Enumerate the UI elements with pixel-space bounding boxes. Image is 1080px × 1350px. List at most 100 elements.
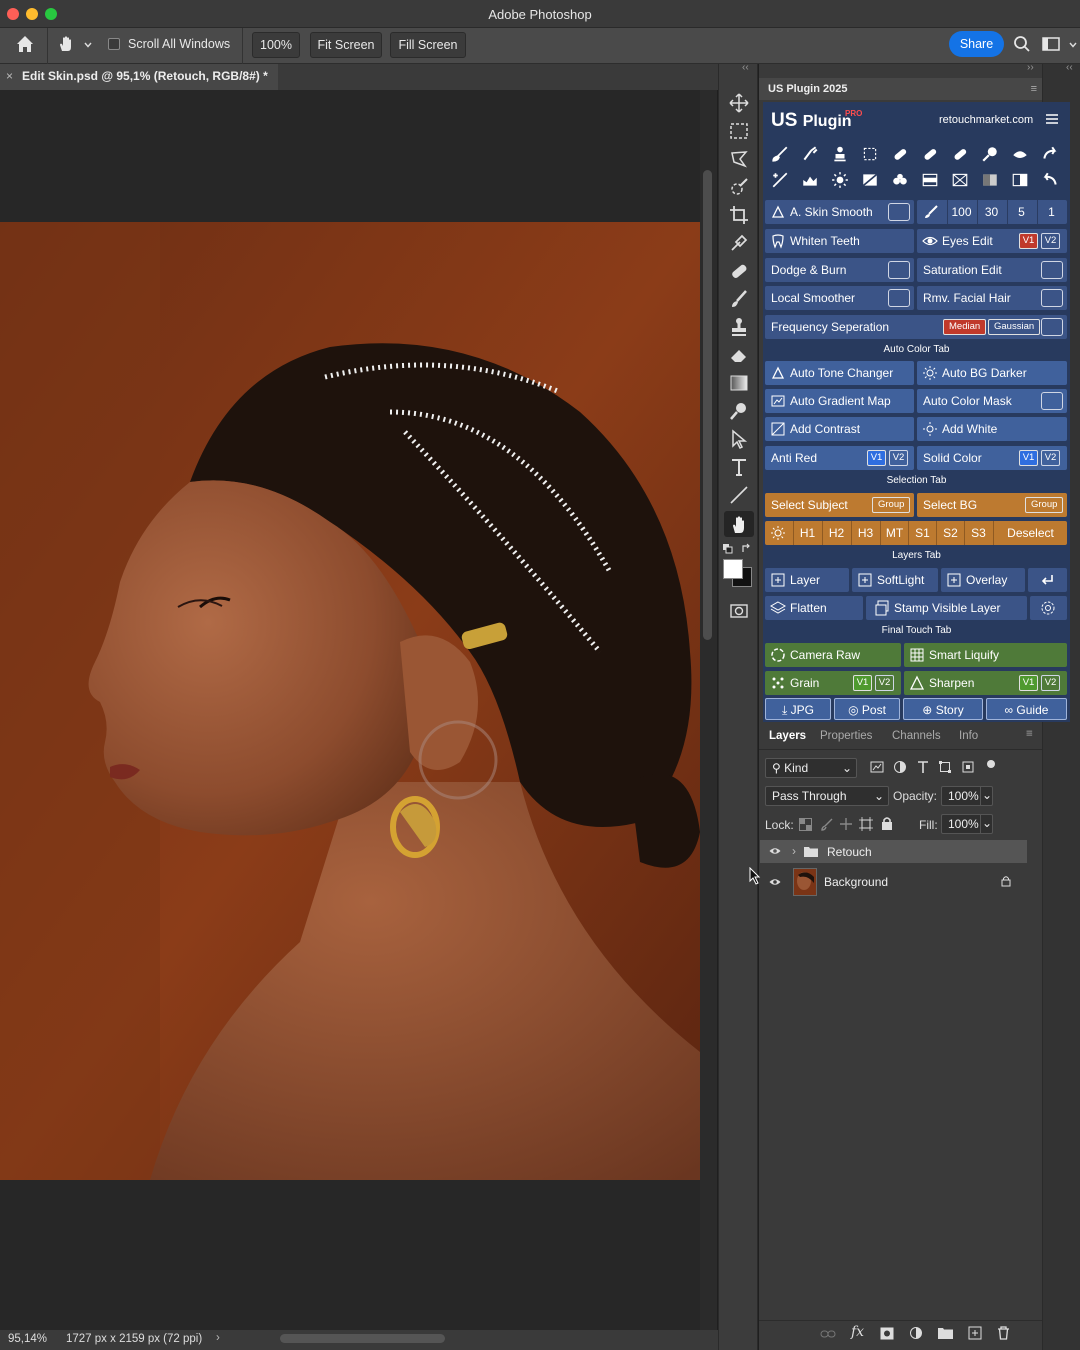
stamp-visible-layer-button[interactable]: Stamp Visible Layer (866, 596, 1027, 620)
tab-properties[interactable]: Properties (820, 730, 872, 742)
eye-tool-icon[interactable] (1011, 145, 1029, 163)
brush-flow-value[interactable]: 1 (1037, 200, 1065, 224)
exposure-icon[interactable] (861, 171, 879, 189)
anti-red-button[interactable]: Anti Red V1 V2 (765, 446, 914, 470)
swap-colors-icon[interactable] (741, 542, 753, 554)
healing-brush-tool-icon[interactable] (728, 260, 750, 282)
merge-down-button[interactable] (1028, 568, 1067, 592)
new-layer-button[interactable]: Layer (765, 568, 849, 592)
softlight-layer-button[interactable]: SoftLight (852, 568, 938, 592)
collapse-panels-icon[interactable]: ›› (1027, 62, 1034, 73)
whiten-teeth-button[interactable]: Whiten Teeth (765, 229, 914, 253)
plugin-panel-tab[interactable]: US Plugin 2025 ≡ (759, 78, 1042, 100)
shape-filter-icon[interactable] (938, 760, 952, 774)
hand-tool-active-icon[interactable] (724, 511, 754, 537)
marquee-tool-icon[interactable] (728, 120, 750, 142)
brush-size-value[interactable]: 100 (947, 200, 975, 224)
curves-icon[interactable] (771, 171, 789, 189)
fine-brush-icon[interactable] (801, 145, 819, 163)
filter-toggle-icon[interactable] (987, 760, 995, 768)
color-mask-eyedropper-icon[interactable] (1041, 392, 1063, 410)
collapse-toolbar-icon[interactable]: ‹‹ (742, 62, 749, 73)
stamp-icon[interactable] (831, 145, 849, 163)
heal-icon[interactable] (891, 145, 909, 163)
horizontal-scroll-thumb[interactable] (280, 1334, 445, 1343)
foreground-color-swatch[interactable] (723, 559, 743, 579)
eyes-edit-v1[interactable]: V1 (1019, 233, 1038, 249)
grain-v1[interactable]: V1 (853, 675, 872, 691)
link-layers-icon[interactable] (820, 1327, 836, 1341)
quick-selection-tool-icon[interactable] (728, 176, 750, 198)
new-group-icon[interactable] (938, 1327, 953, 1339)
line-tool-icon[interactable] (728, 484, 750, 506)
layer-lock-icon[interactable] (1001, 875, 1011, 887)
vertical-scroll-thumb[interactable] (703, 170, 712, 640)
gradient-icon[interactable] (921, 171, 939, 189)
select-bg-button[interactable]: Select BG Group (917, 493, 1067, 517)
quick-mask-icon[interactable] (728, 600, 750, 622)
desaturate-icon[interactable] (981, 171, 999, 189)
frequency-separation-button[interactable]: Frequency Seperation Median Gaussian (765, 315, 1067, 339)
add-mask-icon[interactable] (880, 1327, 894, 1340)
median-option[interactable]: Median (943, 319, 987, 335)
post-button[interactable]: ◎ Post (834, 698, 900, 720)
sharpen-button[interactable]: Sharpen V1 V2 (904, 671, 1067, 695)
gaussian-option[interactable]: Gaussian (988, 319, 1041, 335)
layer-row-retouch[interactable]: › Retouch (760, 840, 1027, 863)
smart-object-filter-icon[interactable] (961, 760, 975, 774)
dodge-tool-icon[interactable] (728, 400, 750, 422)
crop-tool-icon[interactable] (728, 204, 750, 226)
solid-color-button[interactable]: Solid Color V1 V2 (917, 446, 1067, 470)
visibility-eye-icon-bg[interactable] (769, 876, 781, 888)
opacity-input[interactable]: 100% ⌄ (941, 786, 993, 806)
dodge-icon[interactable] (981, 145, 999, 163)
gradient-tool-icon[interactable] (728, 372, 750, 394)
trash-icon[interactable] (997, 1326, 1010, 1340)
eraser-tool-icon[interactable] (728, 344, 750, 366)
lock-artboard-icon[interactable] (859, 817, 873, 831)
zoom-readout[interactable]: 95,14% (8, 1333, 47, 1345)
spot-heal-icon[interactable] (951, 145, 969, 163)
type-tool-icon[interactable] (728, 456, 750, 478)
grain-button[interactable]: Grain V1 V2 (765, 671, 901, 695)
add-contrast-button[interactable]: Add Contrast (765, 417, 914, 441)
collapse-strip-icon[interactable]: ‹‹ (1066, 62, 1073, 73)
home-icon[interactable] (14, 33, 36, 55)
saturation-edit-brush-icon[interactable] (1041, 261, 1063, 279)
auto-color-mask-button[interactable]: Auto Color Mask (917, 389, 1067, 413)
brush-hardness-value[interactable]: 30 (977, 200, 1005, 224)
flatten-button[interactable]: Flatten (765, 596, 863, 620)
pixel-filter-icon[interactable] (870, 760, 884, 774)
grain-v2[interactable]: V2 (875, 675, 894, 691)
guide-button[interactable]: ∞ Guide (986, 698, 1067, 720)
auto-gradient-map-button[interactable]: Auto Gradient Map (765, 389, 914, 413)
local-smoother-lasso-icon[interactable] (888, 289, 910, 307)
layers-menu-icon[interactable]: ≡ (1026, 728, 1033, 740)
sharpen-v2[interactable]: V2 (1041, 675, 1060, 691)
add-white-button[interactable]: Add White (917, 417, 1067, 441)
remove-facial-hair-button[interactable]: Rmv. Facial Hair (917, 286, 1067, 310)
chevron-down-icon[interactable] (83, 40, 93, 50)
eyes-edit-button[interactable]: Eyes Edit V1 V2 (917, 229, 1067, 253)
export-jpg-button[interactable]: ⤓ JPG (765, 698, 831, 720)
chip-s1[interactable]: S1 (908, 521, 936, 545)
brush-icon[interactable] (771, 145, 789, 163)
eyedropper-tool-icon[interactable] (728, 232, 750, 254)
fill-chevron-icon[interactable]: ⌄ (980, 814, 993, 834)
brush-tool-icon[interactable] (728, 288, 750, 310)
invert-icon[interactable] (951, 171, 969, 189)
workspace-icon[interactable] (1041, 35, 1061, 53)
fit-screen-button[interactable]: Fit Screen (310, 32, 382, 58)
status-arrow-icon[interactable]: › (216, 1332, 220, 1344)
document-tab[interactable]: × Edit Skin.psd @ 95,1% (Retouch, RGB/8#… (0, 64, 278, 90)
clone-stamp-tool-icon[interactable] (728, 316, 750, 338)
close-tab-icon[interactable]: × (6, 64, 13, 88)
sharpen-v1[interactable]: V1 (1019, 675, 1038, 691)
adjustment-layer-icon[interactable] (909, 1326, 923, 1340)
threshold-icon[interactable] (1011, 171, 1029, 189)
chip-s3[interactable]: S3 (964, 521, 992, 545)
brightness-icon[interactable] (831, 171, 849, 189)
layer-settings-button[interactable] (1030, 596, 1067, 620)
selection-sun-icon[interactable] (770, 525, 786, 541)
layer-effects-icon[interactable]: fx (851, 1324, 864, 1340)
